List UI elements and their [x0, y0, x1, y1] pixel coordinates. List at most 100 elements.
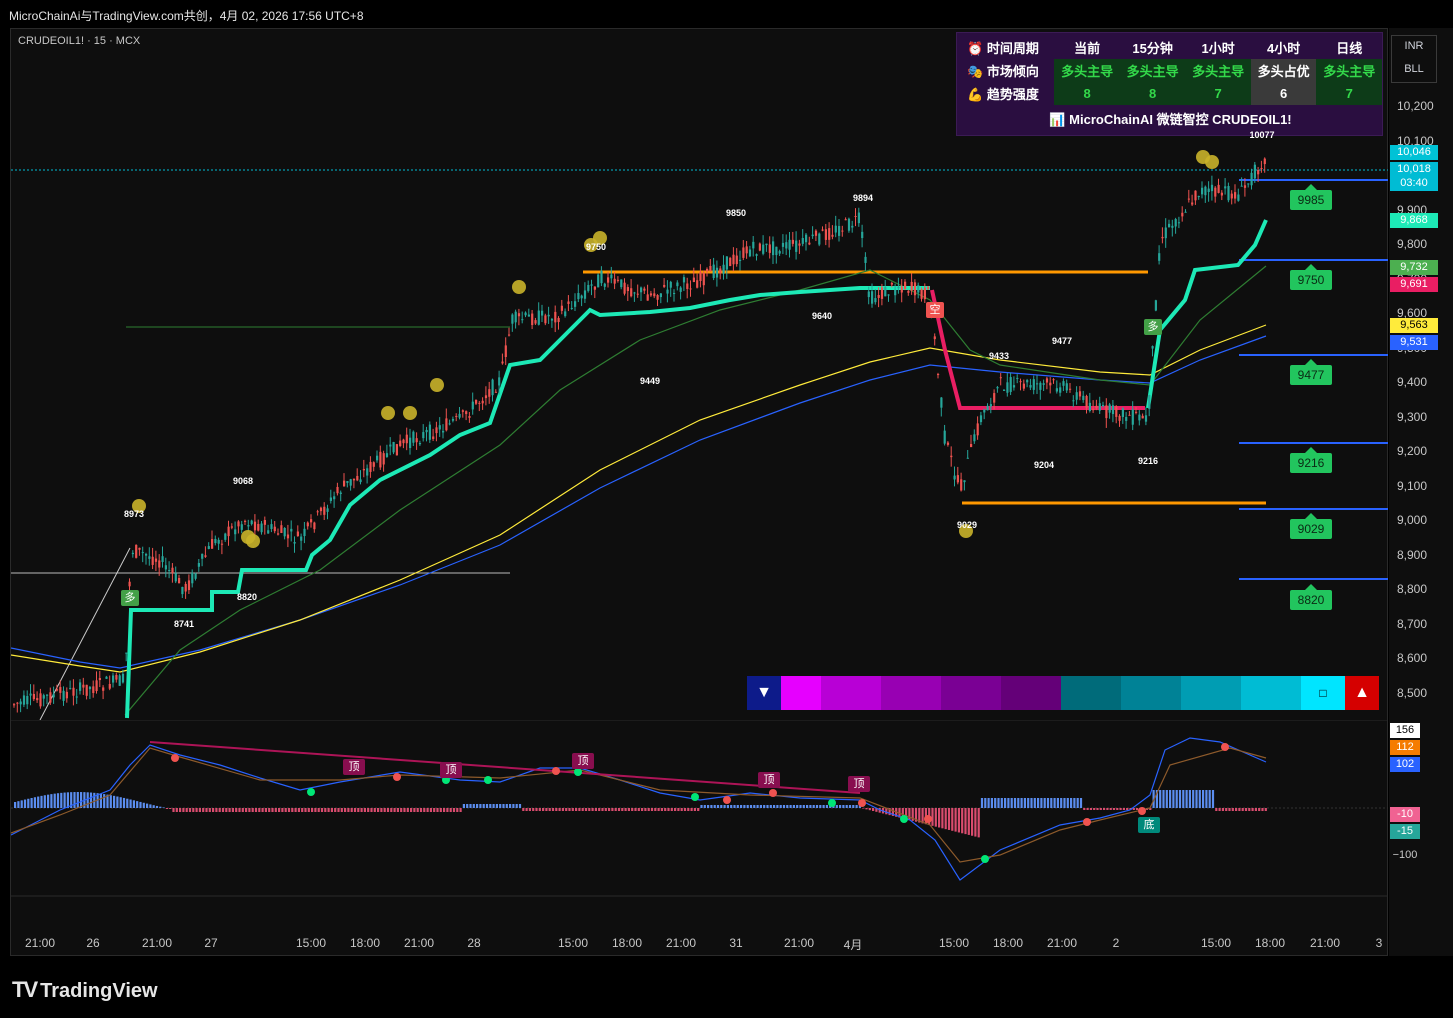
peak-label: 9750 — [585, 242, 607, 252]
candle — [1085, 395, 1088, 408]
macd-cross-dot — [1138, 807, 1146, 815]
candle — [85, 684, 88, 696]
macd-histogram-bar — [429, 808, 432, 812]
macd-histogram-bar — [1211, 790, 1215, 808]
macd-histogram-bar — [839, 805, 842, 808]
candle — [1022, 383, 1025, 389]
macd-histogram-bar — [687, 808, 690, 811]
candle — [362, 468, 365, 471]
macd-histogram-bar — [921, 808, 924, 824]
candle — [1164, 227, 1167, 239]
macd-histogram-bar — [1202, 790, 1205, 808]
macd-histogram-bar — [380, 808, 383, 812]
candle — [112, 675, 115, 683]
time-tick: 21:00 — [141, 936, 173, 950]
macd-histogram-bar — [716, 805, 720, 808]
candle — [676, 282, 679, 287]
macd-histogram-bar — [1251, 808, 1254, 811]
macd-histogram-bar — [627, 808, 630, 811]
macd-cross-dot — [574, 768, 582, 776]
macd-histogram-bar — [1020, 798, 1023, 808]
candle — [557, 317, 560, 323]
candle — [979, 415, 983, 423]
top-title-bar: MicroChainAi与TradingView.com共创，4月 02, 20… — [0, 0, 1453, 28]
macd-histogram-bar — [802, 805, 805, 808]
candle — [534, 320, 537, 324]
candle — [781, 242, 785, 247]
macd-histogram-bar — [258, 808, 261, 812]
candle — [725, 256, 728, 270]
macd-top-tag: 顶 — [848, 776, 870, 792]
signal-marker — [403, 406, 417, 420]
candle — [455, 415, 458, 417]
macd-histogram-bar — [271, 808, 274, 812]
macd-histogram-bar — [799, 805, 802, 808]
macd-panel[interactable] — [11, 720, 1388, 897]
macd-histogram-bar — [763, 805, 766, 808]
long-tag: 多 — [121, 590, 139, 606]
candle — [547, 314, 550, 317]
macd-histogram-bar — [545, 808, 548, 811]
candle — [343, 480, 346, 487]
macd-histogram-bar — [278, 808, 281, 812]
macd-histogram-bar — [294, 808, 297, 812]
macd-histogram-bar — [822, 805, 825, 808]
candle — [1039, 382, 1042, 390]
macd-value-label: -10 — [1390, 807, 1420, 822]
peak-label: 9477 — [1051, 336, 1073, 346]
candle — [349, 479, 352, 486]
tradingview-logo-icon: TV — [12, 977, 38, 1002]
macd-histogram-bar — [1099, 808, 1102, 810]
macd-cross-dot — [828, 799, 836, 807]
candle — [49, 692, 52, 703]
macd-histogram-bar — [1244, 808, 1248, 811]
candle — [115, 674, 118, 680]
candle — [187, 580, 191, 591]
macd-histogram-bar — [908, 808, 911, 821]
macd-histogram-bar — [990, 798, 993, 808]
signal-marker — [430, 378, 444, 392]
macd-histogram-bar — [736, 805, 739, 808]
macd-histogram-bar — [1122, 808, 1125, 810]
macd-histogram-bar — [155, 805, 159, 808]
candle — [1187, 198, 1190, 200]
candle — [1184, 211, 1187, 213]
candle — [29, 693, 32, 696]
candle — [1230, 193, 1233, 199]
macd-histogram-bar — [812, 805, 815, 808]
candle — [640, 287, 643, 293]
macd-histogram-bar — [357, 808, 360, 812]
peak-label: 9640 — [811, 311, 833, 321]
candle — [303, 528, 306, 537]
macd-histogram-bar — [1195, 790, 1198, 808]
candle — [105, 676, 108, 679]
macd-histogram-bar — [1096, 808, 1099, 810]
macd-histogram-bar — [581, 808, 584, 811]
candle — [659, 293, 662, 298]
macd-histogram-bar — [865, 808, 868, 810]
candle — [405, 434, 408, 444]
macd-histogram-bar — [307, 808, 310, 812]
candle — [1062, 381, 1065, 386]
macd-histogram-bar — [565, 808, 568, 811]
macd-histogram-bar — [30, 797, 33, 808]
macd-histogram-bar — [426, 808, 429, 812]
macd-histogram-bar — [809, 805, 812, 808]
candle — [560, 305, 563, 311]
candle — [1260, 167, 1263, 169]
macd-histogram-bar — [951, 808, 954, 831]
candle — [425, 429, 428, 433]
currency-selector[interactable]: INR BLL — [1391, 35, 1437, 83]
macd-top-tag: 顶 — [343, 759, 365, 775]
candle — [151, 556, 154, 565]
candle — [963, 480, 966, 483]
candle — [1227, 186, 1230, 201]
candle — [1115, 406, 1118, 417]
candle — [356, 475, 359, 481]
tradingview-brand[interactable]: TV TradingView — [12, 977, 158, 1003]
candle — [999, 377, 1002, 379]
candle — [234, 529, 237, 535]
candle — [904, 281, 907, 290]
candle — [1125, 416, 1128, 421]
macd-histogram-bar — [1126, 808, 1129, 810]
